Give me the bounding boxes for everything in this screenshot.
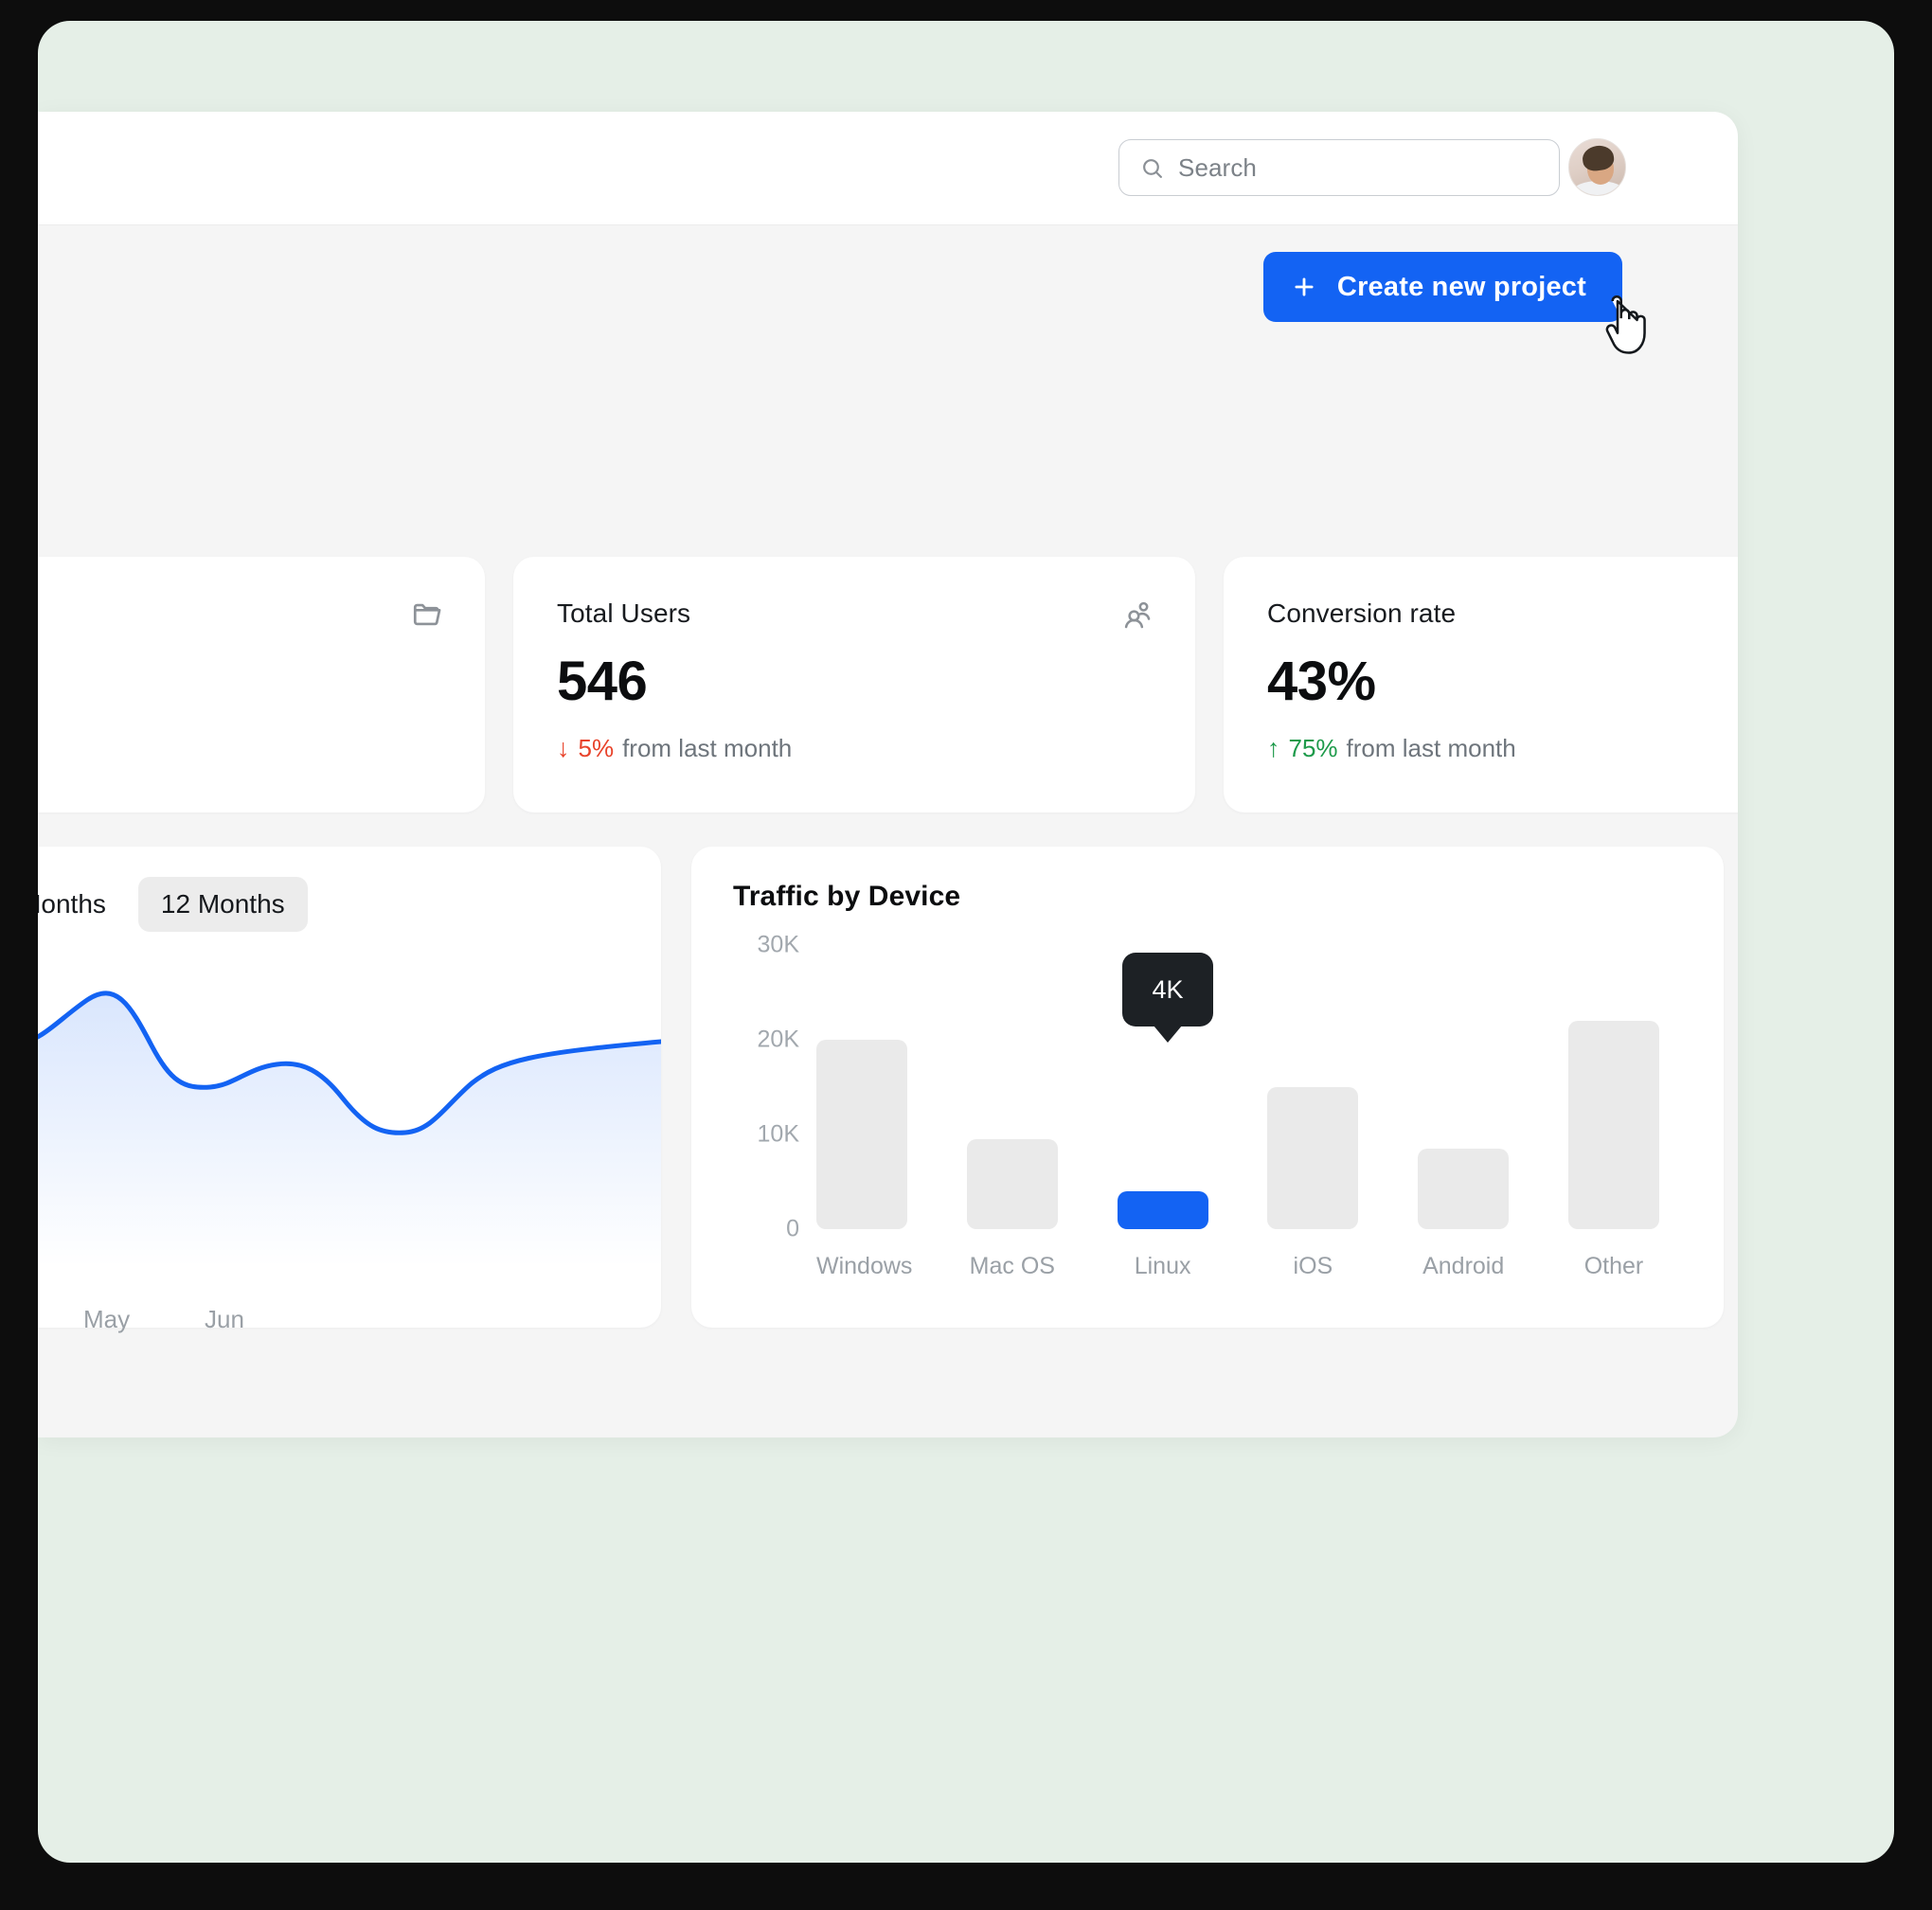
bar-x-tick: Windows — [816, 1253, 913, 1279]
bar-x-tick: Linux — [1134, 1253, 1191, 1279]
app-header: Search — [38, 112, 1738, 225]
bar-column-macos[interactable] — [966, 945, 1058, 1229]
bar-chart-x-axis: Windows Mac OS Linux iOS Android Other — [816, 1253, 1659, 1280]
line-x-tick: Jun — [205, 1305, 244, 1333]
stat-card-projects — [38, 557, 485, 812]
bar-chart-y-axis: 30K 20K 10K 0 — [733, 932, 799, 1242]
arrow-up-icon: ↑ — [1267, 734, 1280, 762]
visitors-line-chart-card: 30 Days 6 Months 12 Months 24K — [38, 847, 661, 1333]
bar-macos[interactable] — [966, 1138, 1058, 1229]
folder-icon — [413, 603, 441, 626]
bar-column-ios[interactable] — [1267, 945, 1359, 1229]
app-window: Search Create new project Total Users 54… — [38, 112, 1738, 1437]
stat-delta: ↑ 75% from last month — [1267, 734, 1738, 763]
bar-y-tick: 30K — [757, 931, 799, 958]
stat-title: Conversion rate — [1267, 598, 1457, 628]
bar-android[interactable] — [1418, 1149, 1510, 1229]
search-icon — [1143, 158, 1162, 178]
time-range-segmented-control: 30 Days 6 Months 12 Months — [38, 877, 308, 932]
line-chart-plot — [38, 966, 661, 1267]
bar-y-tick: 10K — [757, 1120, 799, 1148]
bar-windows[interactable] — [816, 1039, 907, 1229]
bar-x-tick: Other — [1583, 1253, 1644, 1279]
stats-row: Total Users 546 ↓ 5% from last month Con… — [38, 557, 1738, 812]
stat-delta-text: from last month — [622, 734, 793, 762]
bar-y-tick: 0 — [786, 1215, 799, 1242]
create-new-project-button[interactable]: Create new project — [1262, 252, 1622, 322]
stat-delta-pct: 5% — [578, 734, 615, 762]
range-tab-6-months[interactable]: 6 Months — [38, 877, 129, 932]
bar-column-other[interactable] — [1567, 945, 1659, 1229]
stat-delta: ↓ 5% from last month — [557, 734, 1152, 763]
arrow-down-icon: ↓ — [557, 734, 570, 762]
create-new-project-label: Create new project — [1336, 271, 1586, 302]
bar-column-android[interactable] — [1418, 945, 1510, 1229]
bar-x-tick: Android — [1422, 1253, 1505, 1279]
bar-ios[interactable] — [1267, 1087, 1359, 1229]
line-x-tick: May — [83, 1305, 131, 1333]
traffic-by-device-chart-card: Traffic by Device 4K 30K 20K 10K 0 Windo… — [691, 847, 1724, 1328]
bar-column-windows[interactable] — [816, 945, 907, 1229]
traffic-by-device-title: Traffic by Device — [733, 881, 961, 912]
bar-chart-tooltip-value: 4K — [1152, 974, 1184, 1004]
page-surface: Search Create new project Total Users 54… — [38, 21, 1894, 1863]
bar-chart-tooltip: 4K — [1122, 953, 1213, 1026]
search-input[interactable]: Search — [1118, 139, 1560, 196]
avatar[interactable] — [1568, 138, 1626, 196]
bar-x-tick: iOS — [1293, 1253, 1333, 1279]
stat-card-total-users: Total Users 546 ↓ 5% from last month — [513, 557, 1195, 812]
search-placeholder: Search — [1178, 152, 1257, 182]
stat-delta-text: from last month — [1346, 734, 1516, 762]
stat-title: Total Users — [557, 598, 691, 628]
stat-delta-pct: 75% — [1288, 734, 1338, 762]
stat-value: 43% — [1267, 651, 1376, 712]
bar-linux[interactable] — [1117, 1191, 1208, 1229]
bar-chart-bars — [816, 945, 1659, 1229]
users-icon — [1124, 601, 1151, 629]
bar-x-tick: Mac OS — [969, 1253, 1055, 1279]
charts-row: 30 Days 6 Months 12 Months 24K — [38, 847, 1738, 1333]
bar-other[interactable] — [1567, 1021, 1659, 1229]
plus-icon — [1295, 277, 1314, 296]
toolbar: Create new project — [38, 225, 1738, 354]
screenshot-root: Search Create new project Total Users 54… — [0, 0, 1932, 1910]
stat-value: 546 — [557, 651, 648, 712]
stat-card-conversion-rate: Conversion rate 43% ↑ 75% from last mont… — [1224, 557, 1738, 812]
bar-y-tick: 20K — [757, 1026, 799, 1053]
range-tab-12-months[interactable]: 12 Months — [137, 877, 308, 932]
